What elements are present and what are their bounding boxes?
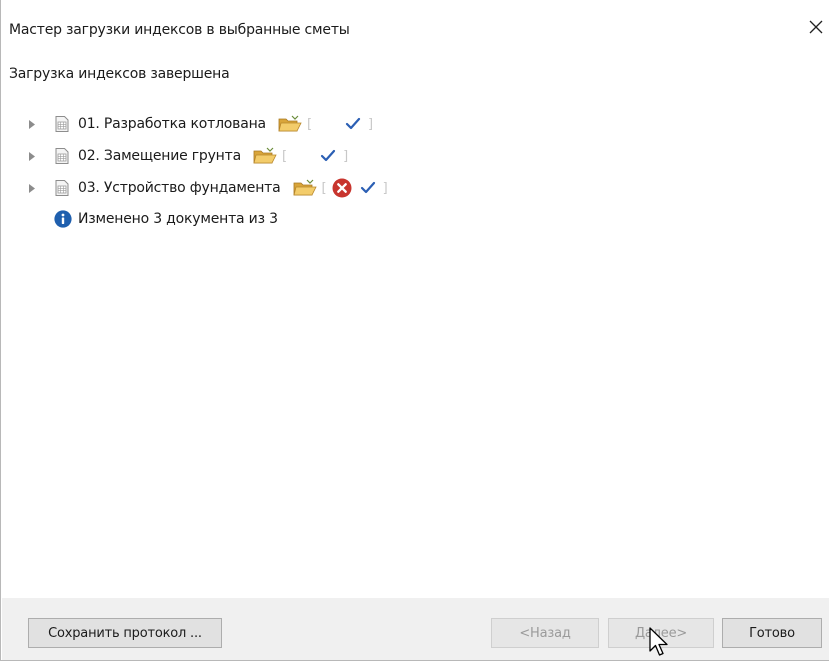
bracket-close: ] (368, 116, 374, 132)
wizard-window: Мастер загрузки индексов в выбранные сме… (0, 0, 829, 661)
close-button[interactable] (803, 14, 829, 40)
status-text: Загрузка индексов завершена (9, 66, 230, 82)
button-bar: Сохранить протокол ... <Назад Далее> Гот… (2, 598, 829, 660)
bracket-open: [ (321, 180, 327, 196)
spreadsheet-document-icon (55, 148, 69, 164)
expand-arrow-icon[interactable] (25, 117, 39, 131)
check-icon (315, 145, 341, 167)
close-icon (809, 20, 823, 34)
check-icon (340, 113, 366, 135)
back-button[interactable]: <Назад (491, 618, 599, 648)
empty-status-slot (289, 145, 315, 167)
mouse-pointer-icon (649, 627, 668, 656)
open-folder-icon[interactable] (253, 147, 277, 165)
open-folder-icon[interactable] (292, 179, 317, 197)
document-tree: 01. Разработка котлована [ ] 02. Замещен… (25, 108, 390, 204)
tree-row[interactable]: 03. Устройство фундамента [ ] (25, 172, 390, 204)
error-icon (329, 177, 355, 199)
bracket-open: [ (306, 116, 313, 132)
document-label: 03. Устройство фундамента (78, 180, 281, 196)
check-icon (355, 177, 381, 199)
title-bar: Мастер загрузки индексов в выбранные сме… (1, 0, 829, 38)
summary-text: Изменено 3 документа из 3 (78, 211, 278, 227)
spreadsheet-document-icon (55, 180, 69, 196)
spreadsheet-document-icon (55, 116, 69, 132)
bracket-close: ] (382, 180, 388, 196)
done-button[interactable]: Готово (722, 618, 822, 648)
bracket-open: [ (281, 148, 288, 164)
empty-status-slot (314, 113, 340, 135)
open-folder-icon[interactable] (278, 115, 302, 133)
document-label: 01. Разработка котлована (78, 116, 266, 132)
bracket-close: ] (343, 148, 349, 164)
save-log-button[interactable]: Сохранить протокол ... (28, 618, 222, 648)
expand-arrow-icon[interactable] (25, 149, 39, 163)
tree-row[interactable]: 01. Разработка котлована [ ] (25, 108, 390, 140)
tree-row[interactable]: 02. Замещение грунта [ ] (25, 140, 390, 172)
expand-arrow-icon[interactable] (25, 181, 39, 195)
info-icon (54, 210, 72, 228)
window-title: Мастер загрузки индексов в выбранные сме… (9, 22, 350, 38)
document-label: 02. Замещение грунта (78, 148, 241, 164)
summary-row: Изменено 3 документа из 3 (54, 210, 278, 228)
